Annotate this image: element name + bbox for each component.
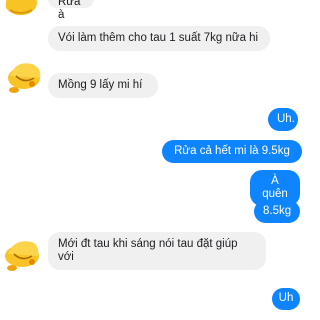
incoming-message: Mồng 9 lấy mi hí	[48, 73, 158, 98]
outgoing-message: Uh.	[268, 108, 298, 131]
message-text: À quên	[262, 175, 288, 200]
message-text: 8.5kg	[263, 205, 292, 217]
message-text: Uh.	[277, 113, 295, 125]
cartoon-character-sticker-icon	[8, 63, 41, 93]
cartoon-character-sticker-icon	[5, 0, 37, 16]
message-text: Rửa cả hết mi là 9.5kg	[174, 145, 290, 157]
incoming-message: Vói làm thêm cho tau 1 suất 7kg nữa hi	[48, 26, 270, 51]
message-text: Vói làm thêm cho tau 1 suất 7kg nữa hi	[58, 32, 259, 44]
message-text: Mới đt tau khi sáng nói tau đặt giúp với	[58, 238, 238, 263]
contact-avatar[interactable]	[0, 230, 44, 274]
outgoing-message: 8.5kg	[254, 200, 300, 223]
message-text: Mồng 9 lấy mi hí	[58, 79, 143, 91]
contact-avatar[interactable]	[0, 0, 44, 24]
incoming-message: Mới đt tau khi sáng nói tau đặt giúp với	[48, 232, 266, 270]
outgoing-message: Rửa cả hết mi là 9.5kg	[162, 140, 302, 163]
outgoing-message: Uh	[272, 288, 300, 310]
cartoon-character-sticker-icon	[5, 241, 39, 271]
incoming-message: Rửa à	[48, 0, 94, 21]
contact-avatar[interactable]	[2, 54, 46, 98]
message-text: Uh	[278, 292, 294, 304]
message-text: Rửa à	[58, 0, 81, 21]
